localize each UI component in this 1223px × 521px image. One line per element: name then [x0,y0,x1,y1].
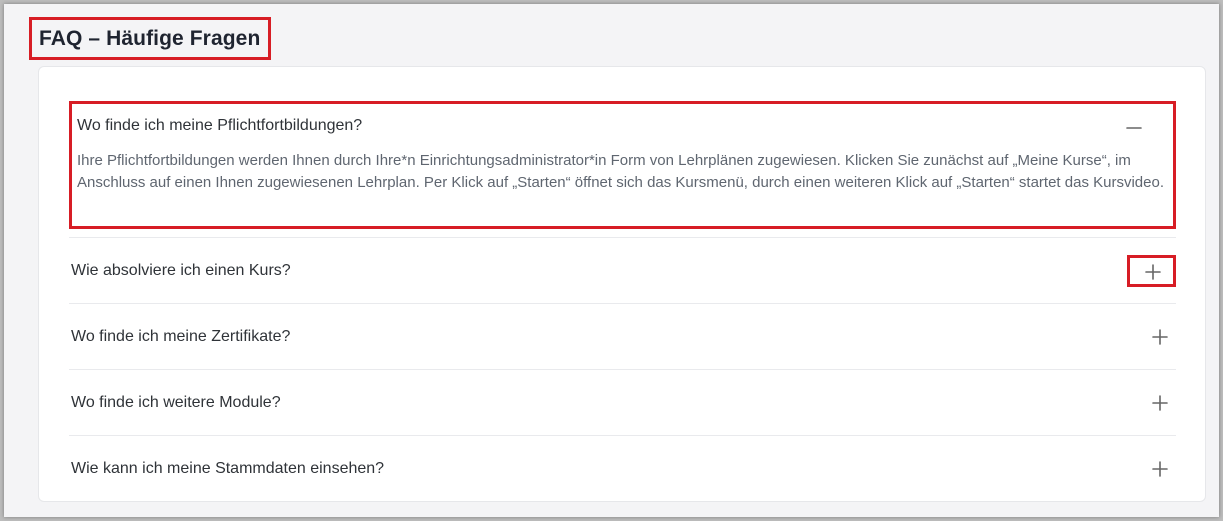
faq-question-row[interactable]: Wo finde ich meine Zertifikate? [69,304,1176,370]
faq-question-row[interactable]: Wie absolviere ich einen Kurs? [69,238,1176,304]
faq-card: Wo finde ich meine Pflichtfortbildungen?… [38,66,1206,502]
faq-answer: Ihre Pflichtfortbildungen werden Ihnen d… [77,152,1164,191]
faq-question-row[interactable]: Wie kann ich meine Stammdaten einsehen? [69,436,1176,502]
plus-icon[interactable] [1149,326,1171,348]
faq-item[interactable]: Wie absolviere ich einen Kurs? [69,237,1176,303]
plus-icon[interactable] [1149,392,1171,414]
faq-question[interactable]: Wie kann ich meine Stammdaten einsehen? [71,460,384,478]
page-title-box: FAQ – Häufige Fragen [29,17,272,60]
faq-item[interactable]: Wo finde ich meine Zertifikate? [69,303,1176,369]
faq-page: FAQ – Häufige Fragen Wo finde ich meine … [4,4,1219,517]
faq-item[interactable]: Wo finde ich weitere Module? [69,369,1176,435]
page-title: FAQ – Häufige Fragen [39,27,261,50]
faq-question-row[interactable]: Wo finde ich weitere Module? [69,370,1176,436]
faq-question-row[interactable]: Wo finde ich meine Pflichtfortbildungen? [72,114,1173,138]
minus-icon[interactable] [1123,117,1145,139]
faq-item-open[interactable]: Wo finde ich meine Pflichtfortbildungen?… [69,101,1176,229]
faq-item[interactable]: Wie kann ich meine Stammdaten einsehen? [69,435,1176,501]
faq-question[interactable]: Wo finde ich meine Zertifikate? [71,328,290,346]
faq-question[interactable]: Wie absolviere ich einen Kurs? [71,262,291,280]
plus-icon[interactable] [1149,458,1171,480]
plus-icon[interactable] [1127,255,1176,287]
faq-question[interactable]: Wo finde ich weitere Module? [71,394,281,412]
faq-question[interactable]: Wo finde ich meine Pflichtfortbildungen? [77,117,362,135]
